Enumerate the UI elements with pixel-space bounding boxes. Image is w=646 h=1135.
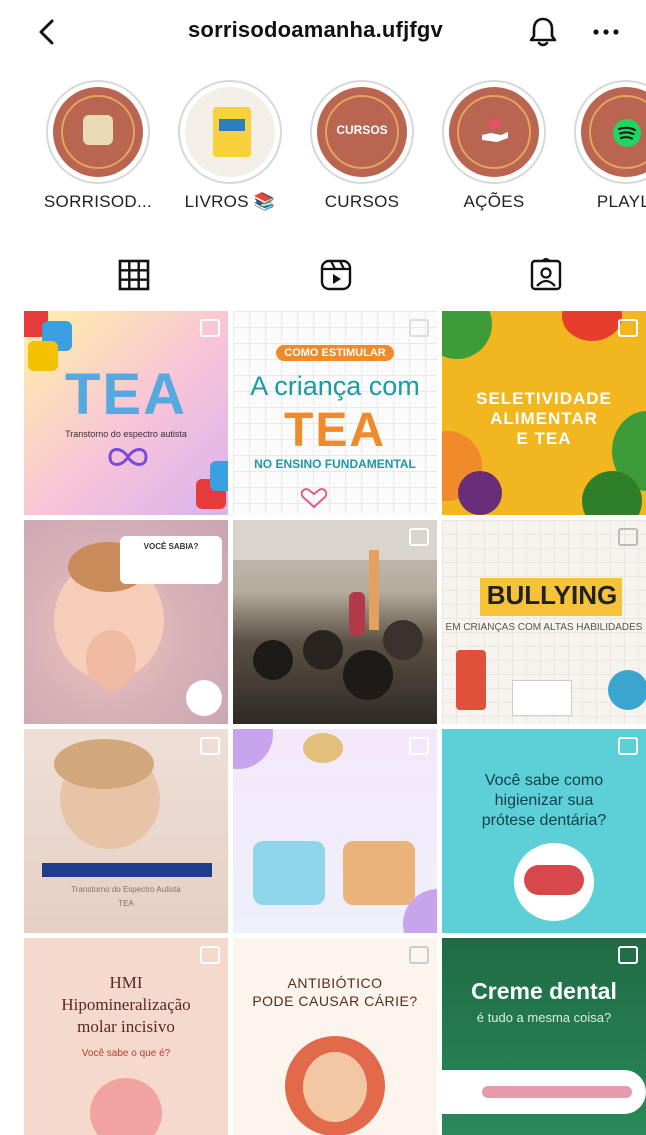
post-title: BULLYING <box>486 580 618 610</box>
post-title: TEA <box>65 362 187 427</box>
more-options-icon[interactable] <box>590 20 622 44</box>
post-subtitle: Transtorno do Espectro Autista TEA <box>71 885 181 908</box>
heart-icon <box>300 488 328 509</box>
post-subtitle: Você sabe o que é? <box>81 1048 171 1059</box>
post-tile[interactable]: Você sabe como higienizar sua prótese de… <box>442 729 646 933</box>
post-subtitle: é tudo a mesma coisa? <box>476 1010 612 1025</box>
post-tile[interactable]: Transtorno do Espectro Autista TEA <box>24 729 228 933</box>
logo-icon <box>303 733 343 763</box>
tooth-icon <box>90 1078 162 1135</box>
multi-post-icon <box>409 528 429 546</box>
multi-post-icon <box>618 737 638 755</box>
highlight-cursos[interactable]: CURSOS CURSOS <box>306 80 418 212</box>
logo-icon <box>83 115 113 145</box>
highlight-cover <box>574 80 646 184</box>
post-title: HMI Hipomineralização molar incisivo <box>61 973 191 1036</box>
post-title: Você sabe como higienizar sua prótese de… <box>481 772 607 829</box>
multi-post-icon <box>409 319 429 337</box>
profile-username: sorrisodoamanha.ufjfgv <box>188 17 443 42</box>
profile-header: sorrisodoamanha.ufjfgv <box>0 0 646 62</box>
highlight-label: PLAYLI <box>596 192 646 211</box>
post-kicker: COMO ESTIMULAR <box>276 345 394 361</box>
highlight-playlist[interactable]: PLAYLI <box>570 80 646 212</box>
post-tile[interactable]: COMO ESTIMULAR A criança com TEA NO ENSI… <box>233 311 437 515</box>
post-title: A criança com <box>250 371 420 401</box>
book-icon <box>512 680 572 716</box>
tagged-icon[interactable] <box>526 258 566 294</box>
back-arrow-icon[interactable] <box>30 14 66 50</box>
post-subtitle: Transtorno do espectro autista <box>65 429 187 439</box>
highlight-cover <box>178 80 282 184</box>
highlight-cover: CURSOS <box>310 80 414 184</box>
hand-heart-icon <box>482 118 508 142</box>
posts-grid: TEA Transtorno do espectro autista COMO … <box>24 311 646 1135</box>
highlight-label: LIVROS 📚 <box>184 192 276 211</box>
multi-post-icon <box>200 946 220 964</box>
highlight-acoes[interactable]: AÇÕES <box>438 80 550 212</box>
post-callout: VOCÊ SABIA? <box>120 536 222 584</box>
post-title: Creme dental <box>471 978 617 1004</box>
book-icon <box>213 107 251 157</box>
post-title: ANTIBIÓTICO PODE CAUSAR CÁRIE? <box>252 975 418 1009</box>
multi-post-icon <box>409 946 429 964</box>
infinity-icon <box>108 448 148 466</box>
denture-icon <box>524 865 584 895</box>
post-tile[interactable]: BULLYING EM CRIANÇAS COM ALTAS HABILIDAD… <box>442 520 646 724</box>
post-subtitle: EM CRIANÇAS COM ALTAS HABILIDADES <box>445 622 643 633</box>
post-tile[interactable]: ANTIBIÓTICO PODE CAUSAR CÁRIE? <box>233 938 437 1135</box>
post-tile[interactable]: TEA Transtorno do espectro autista <box>24 311 228 515</box>
highlight-cover <box>46 80 150 184</box>
multi-post-icon <box>409 737 429 755</box>
highlight-label: AÇÕES <box>463 192 525 211</box>
post-subtitle: NO ENSINO FUNDAMENTAL <box>254 457 416 471</box>
logo-icon <box>186 680 222 716</box>
reels-icon[interactable] <box>316 258 356 294</box>
grid-icon[interactable] <box>114 258 154 294</box>
bell-icon[interactable] <box>526 14 560 50</box>
post-tile[interactable]: VOCÊ SABIA? <box>24 520 228 724</box>
multi-post-icon <box>200 319 220 337</box>
highlight-livros[interactable]: LIVROS 📚 <box>174 80 286 212</box>
highlight-sorrisod[interactable]: SORRISOD... <box>42 80 154 212</box>
post-title: SELETIVIDADE ALIMENTAR E TEA <box>476 389 612 448</box>
post-tile[interactable]: HMI Hipomineralização molar incisivo Voc… <box>24 938 228 1135</box>
post-tile[interactable]: SELETIVIDADE ALIMENTAR E TEA <box>442 311 646 515</box>
multi-post-icon <box>618 319 638 337</box>
multi-post-icon <box>618 528 638 546</box>
post-tile[interactable] <box>233 520 437 724</box>
post-tile[interactable]: Creme dental é tudo a mesma coisa? <box>442 938 646 1135</box>
highlight-label: CURSOS <box>324 192 400 211</box>
multi-post-icon <box>618 946 638 964</box>
spotify-icon <box>613 119 641 147</box>
post-title-big: TEA <box>284 404 386 457</box>
profile-tabs <box>0 250 646 300</box>
pencil-cup-icon <box>456 650 486 710</box>
globe-icon <box>608 670 646 710</box>
multi-post-icon <box>200 737 220 755</box>
post-tile[interactable] <box>233 729 437 933</box>
story-highlights: SORRISOD... LIVROS 📚 CURSOS CURSOS AÇÕES… <box>0 80 646 220</box>
highlight-label: SORRISOD... <box>43 192 153 211</box>
highlight-cover <box>442 80 546 184</box>
